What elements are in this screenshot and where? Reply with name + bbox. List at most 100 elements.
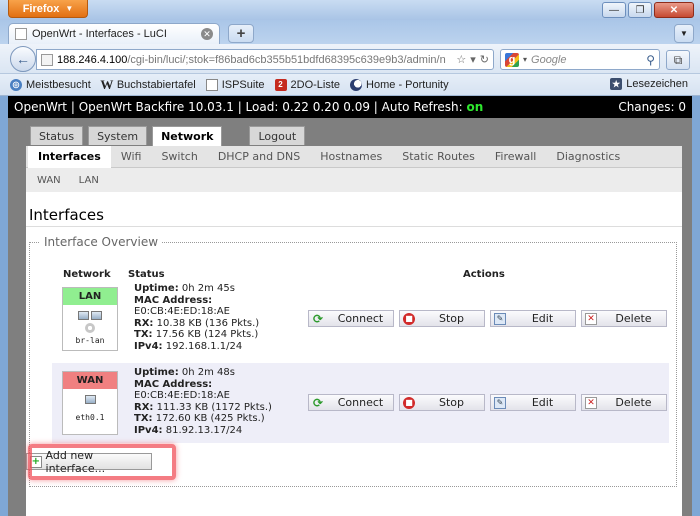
tab-lan[interactable]: LAN	[70, 175, 108, 186]
uptime-label: Uptime:	[134, 283, 179, 294]
search-icon[interactable]: ⚲	[646, 53, 655, 67]
tab-strip: OpenWrt - Interfaces - LuCI ✕ + ▼	[0, 20, 700, 44]
tab-wifi[interactable]: Wifi	[111, 146, 152, 168]
tx-line: TX: 172.60 KB (425 Pkts.)	[134, 413, 324, 425]
main-menu: Status System Network Logout	[30, 126, 306, 146]
tab-diagnostics[interactable]: Diagnostics	[546, 146, 630, 168]
network-device: eth0.1	[75, 413, 105, 422]
edit-button[interactable]: ✎ Edit	[490, 394, 576, 411]
network-cell: LAN br-lan	[62, 287, 118, 351]
bookmark-label: ISPSuite	[221, 78, 265, 91]
rx-label: RX:	[134, 401, 154, 413]
connect-button[interactable]: ⟳ Connect	[308, 394, 394, 411]
edit-label: Edit	[531, 312, 554, 325]
uptime-line: Uptime: 0h 2m 45s	[134, 283, 324, 295]
search-input[interactable]: Google	[531, 54, 642, 66]
edit-button[interactable]: ✎ Edit	[490, 310, 576, 327]
close-tab-icon[interactable]: ✕	[201, 28, 213, 40]
bookmarks-star-icon: ★	[610, 78, 623, 90]
tab-logout[interactable]: Logout	[249, 126, 306, 145]
stop-button[interactable]: ■ Stop	[399, 310, 485, 327]
new-tab-button[interactable]: +	[228, 24, 254, 43]
device-icons	[63, 389, 117, 404]
bookmark-label: 2DO-Liste	[290, 78, 341, 91]
bookmarks-menu-label: Lesezeichen	[626, 78, 688, 90]
bookmark-star-icon[interactable]: ☆	[456, 53, 466, 66]
delete-button[interactable]: ✕ Delete	[581, 310, 667, 327]
action-buttons: ⟳ Connect ■ Stop ✎ Edit ✕ Delete	[308, 310, 667, 327]
dropdown-arrow-icon[interactable]: ▾	[470, 53, 476, 66]
chevron-down-icon: ▼	[65, 4, 74, 13]
url-bar[interactable]: 188.246.4.100/cgi-bin/luci/;stok=f86bad6…	[36, 49, 494, 70]
connect-label: Connect	[337, 312, 384, 325]
todo-icon: 2	[274, 78, 287, 91]
highlight-annotation	[28, 444, 176, 480]
uptime-value: 0h 2m 48s	[181, 367, 235, 378]
tab-firewall[interactable]: Firewall	[485, 146, 546, 168]
stop-button[interactable]: ■ Stop	[399, 394, 485, 411]
tab-switch[interactable]: Switch	[151, 146, 207, 168]
reload-icon[interactable]: ↻	[480, 53, 489, 66]
delete-icon: ✕	[585, 396, 597, 409]
ipv4-label: IPv4:	[134, 424, 163, 436]
bookmark-2do-liste[interactable]: 2 2DO-Liste	[274, 78, 341, 91]
rx-value: 111.33 KB (1172 Pkts.)	[156, 401, 272, 413]
tab-network[interactable]: Network	[152, 126, 223, 146]
bookmark-label: Home - Portunity	[366, 78, 449, 91]
network-device: br-lan	[75, 336, 105, 345]
tx-line: TX: 17.56 KB (124 Pkts.)	[134, 329, 324, 341]
changes-counter[interactable]: Changes: 0	[618, 100, 686, 114]
close-window-icon[interactable]: ✕	[654, 2, 694, 18]
bookmarks-toolbar: ◎ Meistbesucht W Buchstabiertafel ISPSui…	[0, 74, 700, 96]
search-bar[interactable]: g ▾ Google ⚲	[500, 49, 660, 70]
rx-label: RX:	[134, 317, 154, 329]
bookmark-label: Buchstabiertafel	[116, 78, 196, 91]
globe-icon: ◎	[10, 78, 22, 91]
ipv4-line: IPv4: 81.92.13.17/24	[134, 425, 324, 437]
network-cell: WAN eth0.1	[62, 371, 118, 435]
browser-tab[interactable]: OpenWrt - Interfaces - LuCI ✕	[8, 23, 220, 44]
connect-button[interactable]: ⟳ Connect	[308, 310, 394, 327]
tx-value: 172.60 KB (425 Pkts.)	[155, 413, 265, 424]
delete-button[interactable]: ✕ Delete	[581, 394, 667, 411]
tab-hostnames[interactable]: Hostnames	[310, 146, 392, 168]
delete-label: Delete	[615, 396, 652, 409]
bookmark-buchstabiertafel[interactable]: W Buchstabiertafel	[100, 77, 196, 92]
url-path: /cgi-bin/luci/;stok=f86bad6cb355b51bdfd6…	[127, 53, 446, 66]
maximize-icon[interactable]: ❐	[628, 2, 652, 18]
google-icon[interactable]: g	[505, 52, 519, 67]
ethernet-icon	[78, 311, 89, 320]
back-button[interactable]: ←	[10, 46, 36, 72]
tab-wan[interactable]: WAN	[28, 175, 70, 186]
connect-icon: ⟳	[312, 395, 324, 410]
bookmark-ispsuite[interactable]: ISPSuite	[205, 78, 265, 91]
bookmarks-menu-button[interactable]: ★ Lesezeichen	[610, 78, 688, 90]
auto-refresh-toggle[interactable]: on	[467, 100, 484, 114]
tab-static-routes[interactable]: Static Routes	[392, 146, 485, 168]
tab-list-button[interactable]: ▼	[674, 24, 694, 43]
network-name: WAN	[63, 372, 117, 389]
tab-status[interactable]: Status	[30, 126, 84, 145]
page-title: Interfaces	[29, 206, 104, 224]
addon-icon[interactable]: ⧉	[666, 50, 690, 70]
ipv4-value: 192.168.1.1/24	[165, 340, 243, 352]
mac-value: E0:CB:4E:ED:18:AE	[134, 306, 230, 317]
tab-dhcp-dns[interactable]: DHCP and DNS	[208, 146, 310, 168]
firefox-menu-label: Firefox	[22, 2, 60, 15]
minimize-icon[interactable]: —	[602, 2, 626, 18]
tab-interfaces[interactable]: Interfaces	[28, 145, 111, 168]
ethernet-icon	[91, 311, 102, 320]
status-cell: Uptime: 0h 2m 48s MAC Address: E0:CB:4E:…	[134, 367, 324, 436]
mac-line: MAC Address:	[134, 379, 324, 391]
bookmark-portunity[interactable]: Home - Portunity	[350, 78, 449, 91]
mac-label: MAC Address:	[134, 294, 213, 306]
site-identity-icon[interactable]	[41, 53, 53, 66]
tab-system[interactable]: System	[88, 126, 148, 145]
table-row: WAN eth0.1 Uptime: 0h 2m 48s MAC Address…	[52, 363, 669, 443]
device-icons	[63, 305, 117, 320]
firefox-menu-button[interactable]: Firefox ▼	[8, 0, 88, 18]
ipv4-label: IPv4:	[134, 340, 163, 352]
search-engine-dropdown-icon[interactable]: ▾	[523, 55, 527, 64]
bookmark-meistbesucht[interactable]: ◎ Meistbesucht	[10, 78, 91, 91]
connect-icon: ⟳	[312, 311, 324, 326]
